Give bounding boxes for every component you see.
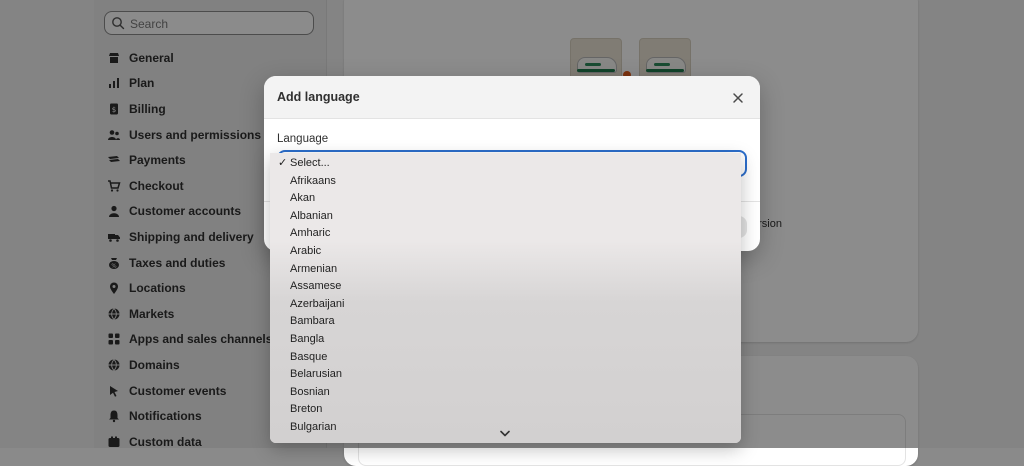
checkmark-icon: ✓ [278, 157, 288, 169]
language-option[interactable]: Belarusian [270, 366, 741, 384]
modal-header: Add language [264, 76, 760, 119]
language-option-label: Breton [290, 403, 323, 416]
language-option[interactable]: Afrikaans [270, 173, 741, 191]
language-option[interactable]: Azerbaijani [270, 296, 741, 314]
language-option-label: Bangla [290, 332, 325, 345]
language-option[interactable]: Assamese [270, 278, 741, 296]
language-field-label: Language [277, 133, 329, 145]
language-option[interactable]: Armenian [270, 261, 741, 279]
language-option-label: Select... [290, 157, 330, 169]
language-option[interactable]: Basque [270, 349, 741, 367]
language-option[interactable]: Albanian [270, 208, 741, 226]
language-option[interactable]: Bangla [270, 331, 741, 349]
scroll-down-button[interactable] [499, 427, 511, 439]
language-option[interactable]: Breton [270, 401, 741, 419]
language-option[interactable]: ✓ Select... [270, 155, 741, 173]
language-option-label: Belarusian [290, 368, 342, 381]
language-option[interactable]: Arabic [270, 243, 741, 261]
language-option[interactable]: Bambara [270, 313, 741, 331]
language-option[interactable]: Akan [270, 190, 741, 208]
language-dropdown-list[interactable]: ✓ Select... Afrikaans Akan Albanian Amharic Ar… [270, 153, 741, 443]
language-option-label: Amharic [290, 227, 331, 240]
chevron-down-icon [500, 430, 510, 436]
language-option-label: Arabic [290, 244, 322, 257]
language-option-label: Azerbaijani [290, 297, 345, 310]
language-option-label: Afrikaans [290, 174, 336, 187]
language-option-label: Albanian [290, 209, 333, 222]
language-option-label: Assamese [290, 280, 342, 293]
modal-title: Add language [277, 90, 360, 104]
language-option-label: Bambara [290, 315, 335, 328]
language-option[interactable]: Amharic [270, 225, 741, 243]
close-button[interactable] [728, 88, 748, 108]
language-option[interactable]: Bosnian [270, 384, 741, 402]
language-option-label: Bulgarian [290, 420, 337, 433]
language-option-label: Bosnian [290, 385, 330, 398]
close-icon [733, 93, 743, 103]
language-option-label: Armenian [290, 262, 338, 275]
language-options: ✓ Select... Afrikaans Akan Albanian Amharic Ar… [270, 155, 741, 437]
language-option-label: Basque [290, 350, 328, 363]
language-option-label: Akan [290, 192, 316, 205]
